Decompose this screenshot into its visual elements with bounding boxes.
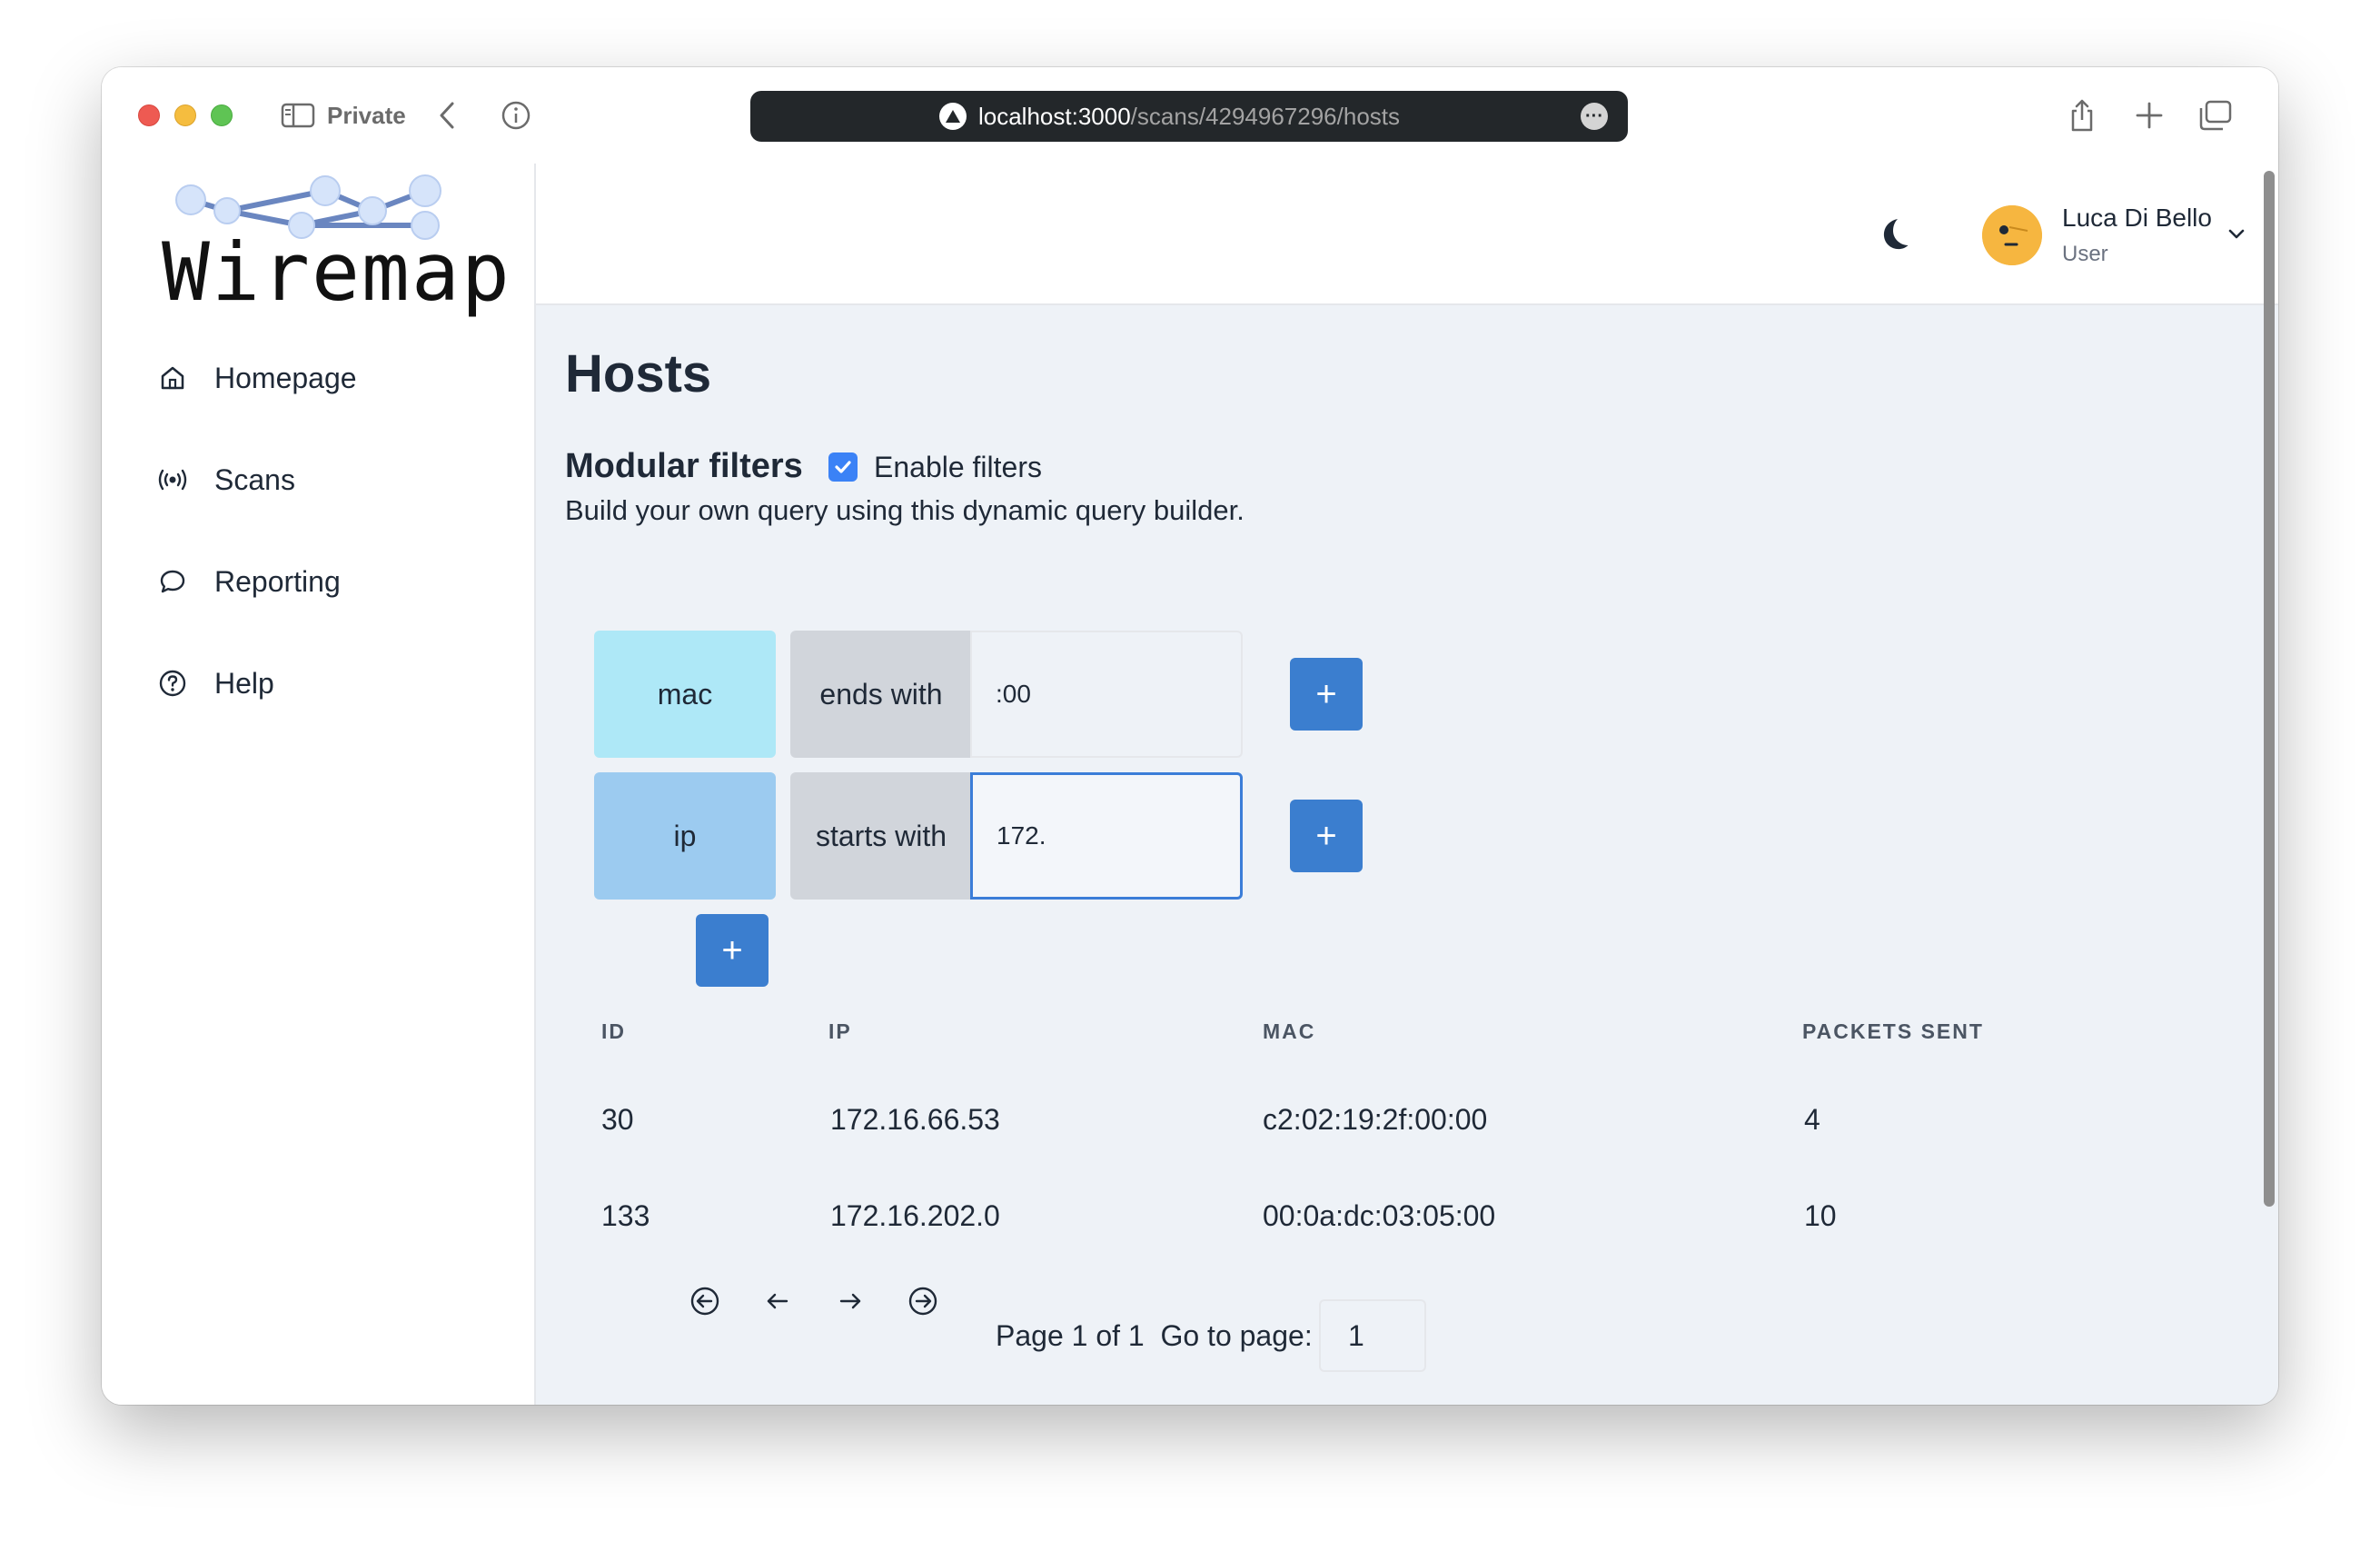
cell-packets-sent: 10: [1804, 1199, 1837, 1232]
browser-toolbar: Private localhost:3000/scans/4294967296/…: [102, 67, 2278, 164]
user-name[interactable]: Luca Di Bello: [2062, 204, 2212, 233]
column-header-packets-sent: PACKETS SENT: [1802, 1019, 1984, 1043]
private-label: Private: [327, 101, 406, 129]
url-path: /scans/4294967296/hosts: [1130, 102, 1401, 130]
add-group-button[interactable]: +: [696, 914, 769, 987]
close-window-button[interactable]: [138, 104, 160, 126]
minimize-window-button[interactable]: [174, 104, 196, 126]
sidebar-item-scans[interactable]: Scans: [156, 452, 501, 507]
add-rule-button[interactable]: +: [1290, 800, 1363, 872]
zoom-window-button[interactable]: [211, 104, 233, 126]
column-header-id: ID: [601, 1019, 626, 1043]
tab-overview-icon[interactable]: [2195, 98, 2235, 133]
user-role: User: [2062, 242, 2108, 266]
column-header-ip: IP: [828, 1019, 852, 1043]
checkmark-icon: [835, 461, 851, 473]
sidebar-toggle-icon[interactable]: [280, 98, 316, 133]
logo-text: Wiremap: [162, 225, 511, 319]
info-icon[interactable]: [498, 98, 534, 133]
broadcast-icon: [156, 463, 189, 496]
cell-packets-sent: 4: [1804, 1103, 1820, 1136]
sidebar-item-label: Scans: [214, 462, 295, 496]
address-bar[interactable]: localhost:3000/scans/4294967296/hosts ··…: [750, 91, 1628, 142]
url-host: localhost:3000: [977, 102, 1131, 130]
last-page-icon[interactable]: [907, 1285, 939, 1317]
next-page-icon[interactable]: [834, 1285, 867, 1317]
cell-id: 133: [601, 1199, 650, 1232]
cell-ip: 172.16.202.0: [830, 1199, 1000, 1232]
goto-page-input[interactable]: [1319, 1299, 1426, 1372]
page-scrollbar[interactable]: [2264, 171, 2275, 1207]
sidebar-item-homepage[interactable]: Homepage: [156, 351, 501, 405]
user-avatar[interactable]: [1982, 205, 2042, 265]
sidebar-item-label: Help: [214, 666, 274, 700]
sidebar-item-reporting[interactable]: Reporting: [156, 554, 501, 609]
sidebar-item-label: Homepage: [214, 361, 357, 394]
rule-operator-select[interactable]: ends with: [790, 631, 972, 758]
cell-mac: 00:0a:dc:03:05:00: [1263, 1199, 1496, 1232]
page-indicator: Page 1 of 1 Go to page:: [996, 1319, 1313, 1353]
main-content: Luca Di Bello User Hosts Modular filters…: [536, 164, 2278, 1405]
new-tab-icon[interactable]: [2131, 98, 2167, 133]
app-root: Wiremap Homepage Scans Reporting Help Lu…: [102, 164, 2278, 1405]
rule-value-input[interactable]: :00: [970, 631, 1243, 758]
share-icon[interactable]: [2064, 98, 2100, 133]
sidebar: Wiremap Homepage Scans Reporting Help: [102, 164, 536, 1405]
wiremap-logo[interactable]: Wiremap: [162, 171, 510, 319]
back-icon[interactable]: [431, 98, 463, 133]
site-favicon-icon: [939, 103, 967, 130]
enable-filters-checkbox[interactable]: [828, 452, 858, 482]
help-circle-icon: [156, 667, 189, 700]
sidebar-item-help[interactable]: Help: [156, 656, 501, 711]
first-page-icon[interactable]: [689, 1285, 721, 1317]
filters-heading: Modular filters: [565, 447, 803, 485]
rule-field-select[interactable]: mac: [594, 631, 776, 758]
chat-bubble-icon: [156, 565, 189, 598]
goto-page-label: Go to page:: [1160, 1319, 1313, 1352]
add-rule-button[interactable]: +: [1290, 658, 1363, 731]
enable-filters-label[interactable]: Enable filters: [874, 451, 1042, 484]
cell-ip: 172.16.66.53: [830, 1103, 1000, 1136]
page-title: Hosts: [565, 344, 712, 403]
page-count-text: Page 1 of 1: [996, 1319, 1145, 1352]
filters-description: Build your own query using this dynamic …: [565, 494, 1245, 526]
more-options-icon[interactable]: ···: [1581, 103, 1608, 130]
cell-id: 30: [601, 1103, 634, 1136]
cell-mac: c2:02:19:2f:00:00: [1263, 1103, 1488, 1136]
chevron-down-icon[interactable]: [2224, 222, 2249, 247]
sidebar-item-label: Reporting: [214, 564, 341, 598]
rule-value-input[interactable]: 172.: [970, 772, 1243, 900]
dark-mode-toggle-icon[interactable]: [1873, 214, 1913, 254]
home-icon: [156, 362, 189, 394]
column-header-mac: MAC: [1263, 1019, 1316, 1043]
rule-field-select[interactable]: ip: [594, 772, 776, 900]
rule-operator-select[interactable]: starts with: [790, 772, 972, 900]
browser-window: Private localhost:3000/scans/4294967296/…: [102, 67, 2278, 1405]
top-header: Luca Di Bello User: [536, 164, 2278, 305]
previous-page-icon[interactable]: [761, 1285, 794, 1317]
